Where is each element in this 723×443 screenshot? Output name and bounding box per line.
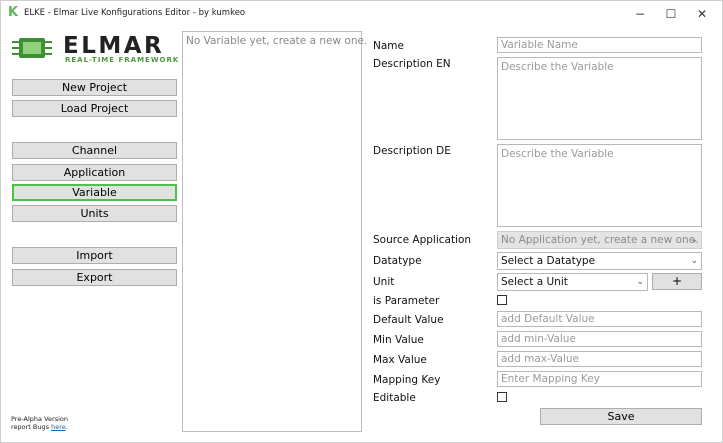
title-bar: K ELKE - Elmar Live Konfigurations Edito… [1, 1, 722, 27]
is-parameter-label: is Parameter [373, 295, 440, 307]
variable-list-empty-text: No Variable yet, create a new one. [186, 35, 368, 47]
datatype-label: Datatype [373, 255, 422, 267]
report-bugs-prefix: report Bugs [11, 423, 52, 431]
editable-checkbox[interactable] [497, 392, 507, 402]
load-project-button[interactable]: Load Project [12, 100, 177, 117]
unit-value: Select a Unit [501, 276, 568, 288]
mapping-key-label: Mapping Key [373, 374, 441, 386]
is-parameter-checkbox[interactable] [497, 295, 507, 305]
app-logo-icon: K [8, 5, 19, 20]
description-de-field[interactable]: Describe the Variable [497, 144, 702, 227]
logo-wordmark: ELMAR [63, 33, 165, 59]
logo-tagline: REAL-TIME FRAMEWORK [65, 56, 180, 64]
app-window: K ELKE - Elmar Live Konfigurations Edito… [0, 0, 723, 443]
chevron-down-icon: ⌄ [636, 277, 644, 287]
max-value-label: Max Value [373, 354, 427, 366]
minimize-icon[interactable]: − [625, 4, 655, 24]
source-application-value: No Application yet, create a new one. [501, 234, 699, 246]
version-label: Pre-Alpha Version [11, 415, 68, 423]
new-project-button[interactable]: New Project [12, 79, 177, 96]
sidebar-item-units[interactable]: Units [12, 205, 177, 222]
maximize-icon[interactable]: ☐ [656, 4, 686, 24]
datatype-value: Select a Datatype [501, 255, 596, 267]
window-title: ELKE - Elmar Live Konfigurations Editor … [24, 8, 246, 18]
sidebar-item-variable[interactable]: Variable [12, 184, 177, 201]
max-value-field[interactable]: add max-Value [497, 351, 702, 367]
description-de-label: Description DE [373, 145, 451, 157]
report-bugs-link[interactable]: here [51, 423, 66, 431]
save-button[interactable]: Save [540, 408, 702, 425]
description-en-label: Description EN [373, 58, 451, 70]
sidebar-item-channel[interactable]: Channel [12, 142, 177, 159]
sidebar-item-application[interactable]: Application [12, 164, 177, 181]
name-label: Name [373, 40, 404, 52]
source-application-select: No Application yet, create a new one. ⌄ [497, 231, 702, 249]
default-value-label: Default Value [373, 314, 444, 326]
min-value-field[interactable]: add min-Value [497, 331, 702, 347]
variable-list[interactable]: No Variable yet, create a new one. [182, 31, 367, 432]
unit-label: Unit [373, 276, 395, 288]
mapping-key-field[interactable]: Enter Mapping Key [497, 371, 702, 387]
report-bugs-text: report Bugs here. [11, 423, 68, 431]
report-bugs-suffix: . [65, 423, 68, 431]
elmar-logo: ELMAR REAL-TIME FRAMEWORK [12, 33, 180, 66]
default-value-field[interactable]: add Default Value [497, 311, 702, 327]
add-unit-button[interactable]: + [652, 273, 702, 290]
import-button[interactable]: Import [12, 247, 177, 264]
circuit-chip-icon [12, 38, 52, 58]
source-application-label: Source Application [373, 234, 472, 246]
datatype-select[interactable]: Select a Datatype ⌄ [497, 252, 702, 270]
export-button[interactable]: Export [12, 269, 177, 286]
min-value-label: Min Value [373, 334, 424, 346]
chevron-down-icon: ⌄ [690, 235, 698, 245]
editable-label: Editable [373, 392, 416, 404]
description-en-field[interactable]: Describe the Variable [497, 57, 702, 140]
chevron-down-icon: ⌄ [690, 256, 698, 266]
unit-select[interactable]: Select a Unit ⌄ [497, 273, 648, 291]
name-field[interactable]: Variable Name [497, 37, 702, 53]
close-icon[interactable]: ✕ [687, 4, 717, 24]
version-footer: Pre-Alpha Version report Bugs here. [11, 415, 68, 431]
